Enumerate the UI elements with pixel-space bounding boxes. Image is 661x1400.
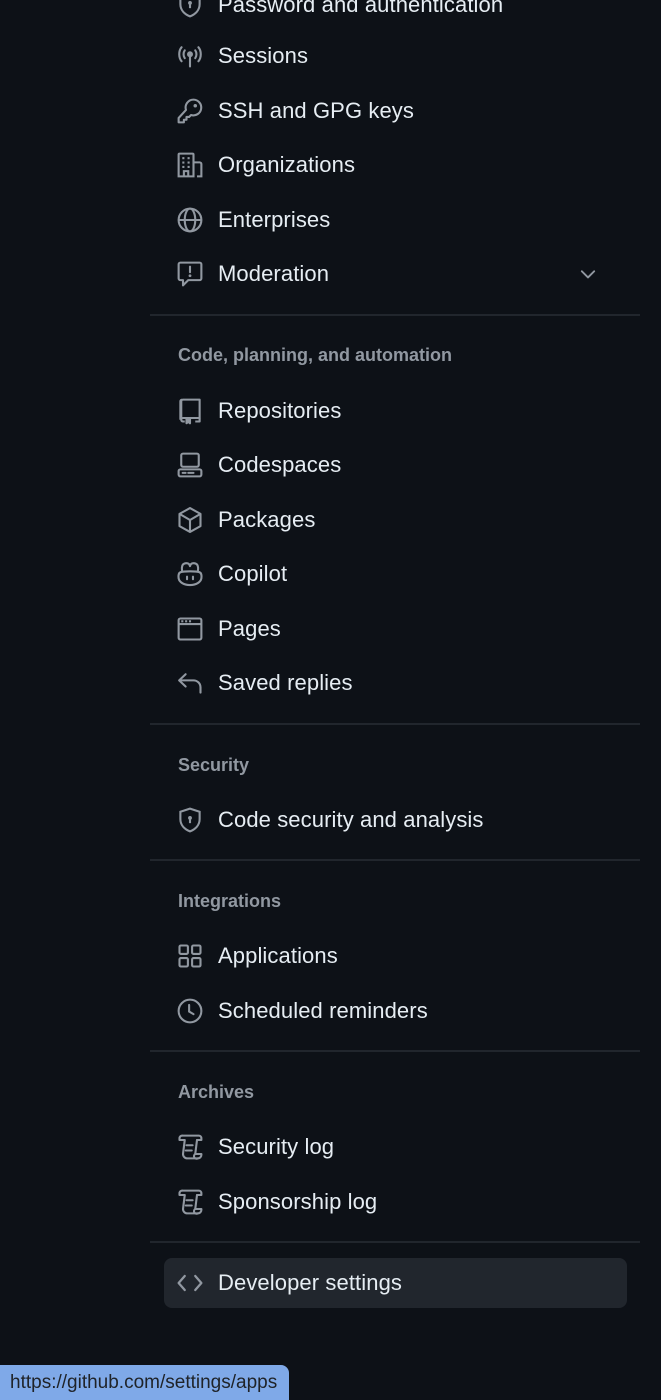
log-icon (176, 1133, 204, 1161)
organization-icon (176, 151, 204, 179)
report-icon (176, 260, 204, 288)
clock-icon (176, 997, 204, 1025)
broadcast-icon (176, 42, 204, 70)
nav-item-label: Repositories (218, 398, 342, 423)
nav-item-organizations[interactable]: Organizations (164, 140, 627, 190)
nav-item-label: Security log (218, 1134, 335, 1159)
nav-item-copilot[interactable]: Copilot (164, 549, 627, 599)
section-divider (150, 314, 640, 316)
nav-item-label: SSH and GPG keys (218, 98, 415, 123)
nav-item-label: Password and authentication (218, 0, 504, 17)
apps-icon (176, 942, 204, 970)
nav-item-label: Sponsorship log (218, 1189, 378, 1214)
codespaces-icon (176, 451, 204, 479)
nav-item-repositories[interactable]: Repositories (164, 386, 627, 436)
nav-item-label: Codespaces (218, 452, 342, 477)
nav-item-label: Pages (218, 616, 281, 641)
link-preview-status-bar: https://github.com/settings/apps (0, 1365, 290, 1400)
chevron-down-icon[interactable] (577, 263, 599, 290)
nav-item-label: Scheduled reminders (218, 998, 428, 1023)
nav-item-codespaces[interactable]: Codespaces (164, 440, 627, 490)
nav-item-label: Applications (218, 943, 338, 968)
section-heading-security: Security (178, 755, 250, 775)
nav-item-label: Organizations (218, 152, 356, 177)
shield-lock-icon (176, 806, 204, 834)
nav-item-scheduled-reminders[interactable]: Scheduled reminders (164, 986, 627, 1036)
nav-item-label: Code security and analysis (218, 807, 484, 832)
nav-item-packages[interactable]: Packages (164, 495, 627, 545)
nav-item-label: Enterprises (218, 207, 331, 232)
repo-icon (176, 397, 204, 425)
section-divider (150, 859, 640, 861)
nav-item-sponsorship-log[interactable]: Sponsorship log (164, 1177, 627, 1227)
key-icon (176, 97, 204, 125)
browser-icon (176, 615, 204, 643)
nav-item-label: Sessions (218, 43, 309, 68)
copilot-icon (176, 560, 204, 588)
section-heading-code-planning-automation: Code, planning, and automation (178, 345, 452, 365)
shield-lock-icon (176, 0, 204, 19)
nav-item-label: Saved replies (218, 670, 353, 695)
section-divider (150, 1050, 640, 1052)
nav-item-label: Packages (218, 507, 316, 532)
nav-item-security-log[interactable]: Security log (164, 1122, 627, 1172)
section-divider (150, 723, 640, 725)
reply-icon (176, 669, 204, 697)
nav-item-applications[interactable]: Applications (164, 931, 627, 981)
section-divider (150, 1241, 640, 1243)
section-heading-archives: Archives (178, 1082, 255, 1102)
nav-item-enterprises[interactable]: Enterprises (164, 195, 627, 245)
section-heading-integrations: Integrations (178, 891, 282, 911)
nav-item-moderation[interactable]: Moderation (164, 249, 627, 299)
nav-item-saved-replies[interactable]: Saved replies (164, 658, 627, 708)
nav-item-password-authentication[interactable]: Password and authentication (164, 0, 627, 30)
nav-item-pages[interactable]: Pages (164, 604, 627, 654)
nav-item-developer-settings[interactable]: Developer settings (164, 1258, 627, 1308)
nav-item-ssh-gpg-keys[interactable]: SSH and GPG keys (164, 86, 627, 136)
log-icon (176, 1188, 204, 1216)
nav-item-label: Moderation (218, 261, 330, 286)
nav-item-code-security-analysis[interactable]: Code security and analysis (164, 795, 627, 845)
nav-item-label: Copilot (218, 561, 288, 586)
nav-item-sessions[interactable]: Sessions (164, 31, 627, 81)
globe-icon (176, 206, 204, 234)
package-icon (176, 506, 204, 534)
nav-item-label: Developer settings (218, 1270, 403, 1295)
code-icon (176, 1269, 204, 1297)
